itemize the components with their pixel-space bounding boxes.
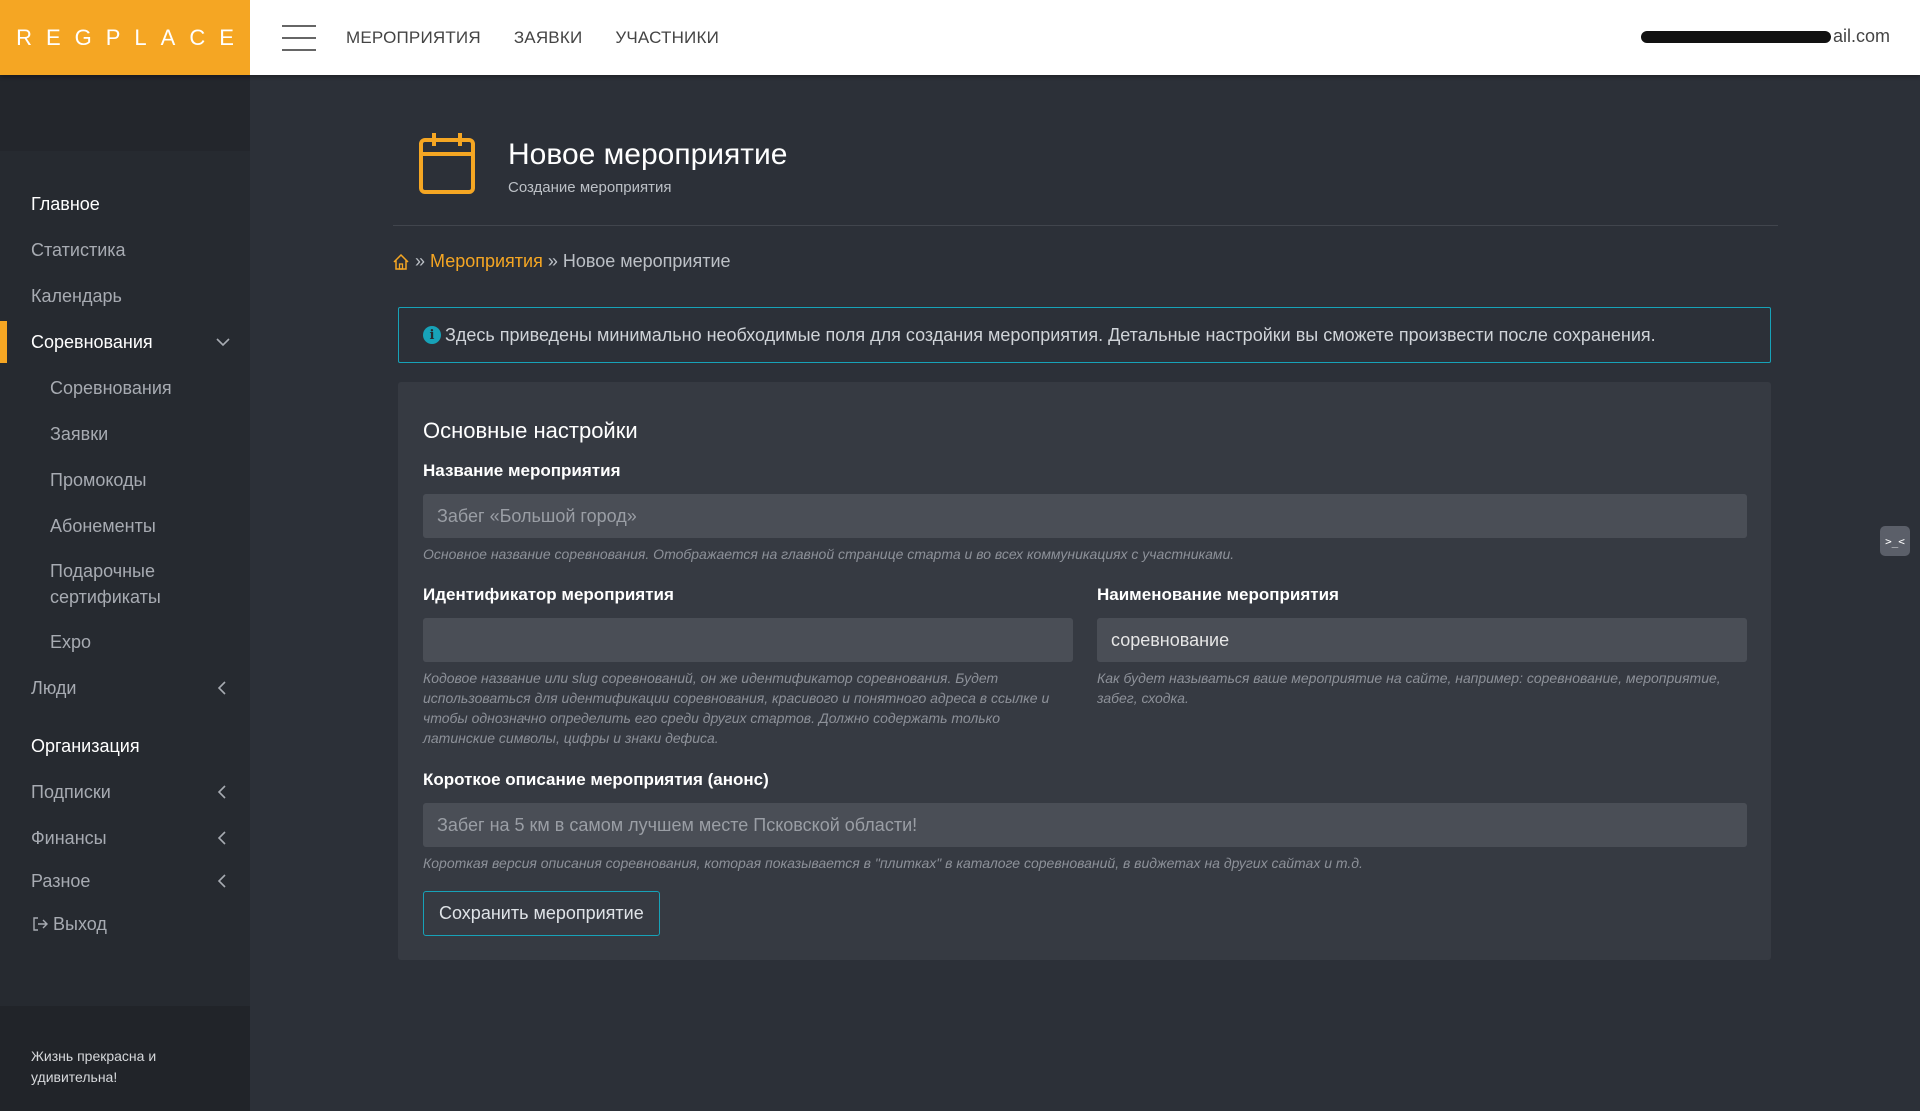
- sidebar-item-label: Expo: [50, 631, 92, 652]
- sidebar-item-label: Заявки: [50, 423, 109, 444]
- sidebar-item-label: Подарочные сертификаты: [50, 561, 161, 607]
- sidebar-menu: Главное Статистика Календарь Соревновани…: [0, 151, 250, 947]
- sidebar-subitem-competitions[interactable]: Соревнования: [0, 365, 250, 411]
- info-icon: i: [423, 326, 441, 344]
- short-desc-label: Короткое описание мероприятия (анонс): [423, 770, 769, 789]
- chevron-left-icon: [217, 831, 226, 845]
- hamburger-menu-icon[interactable]: [282, 24, 316, 51]
- sidebar-item-logout[interactable]: Выход: [0, 901, 250, 947]
- sidebar-item-label: Главное: [31, 193, 100, 214]
- sidebar-section-organization: Организация: [0, 723, 250, 769]
- user-email[interactable]: ail.com: [1640, 26, 1890, 47]
- redacted-block: [1640, 30, 1831, 43]
- sidebar-item-calendar[interactable]: Календарь: [0, 273, 250, 319]
- sidebar-subitem-gift-certificates[interactable]: Подарочные сертификаты: [0, 549, 250, 619]
- sidebar-item-people[interactable]: Люди: [0, 665, 250, 711]
- top-nav: МЕРОПРИЯТИЯ ЗАЯВКИ УЧАСТНИКИ: [346, 28, 752, 48]
- info-alert: i Здесь приведены минимально необходимые…: [398, 307, 1771, 363]
- chevron-left-icon: [217, 681, 226, 695]
- event-slug-hint: Кодовое название или slug соревнований, …: [423, 670, 1050, 746]
- breadcrumb-link-events[interactable]: Мероприятия: [430, 251, 543, 272]
- sidebar-header: [0, 75, 250, 151]
- page-subtitle: Создание мероприятия: [508, 179, 672, 196]
- event-type-input[interactable]: [1097, 618, 1747, 662]
- sidebar-item-label: Соревнования: [50, 377, 172, 398]
- breadcrumb-separator: »: [415, 251, 426, 271]
- sidebar-item-subscriptions[interactable]: Подписки: [0, 769, 250, 815]
- sidebar-subitem-promocodes[interactable]: Промокоды: [0, 457, 250, 503]
- home-icon[interactable]: [392, 253, 410, 271]
- sidebar-item-label: Разное: [31, 870, 91, 891]
- sidebar-item-label: Статистика: [31, 239, 126, 260]
- short-desc-hint: Короткая версия описания соревнования, к…: [423, 855, 1363, 871]
- sidebar-footer-text: Жизнь прекрасна и удивительна!: [31, 1048, 157, 1085]
- event-name-input[interactable]: [423, 494, 1747, 538]
- main-content: Новое мероприятие Создание мероприятия »…: [250, 75, 1920, 1114]
- event-slug-label: Идентификатор мероприятия: [423, 585, 674, 604]
- top-bar: REGPLACE МЕРОПРИЯТИЯ ЗАЯВКИ УЧАСТНИКИ ai…: [0, 0, 1920, 75]
- sidebar-item-label: Промокоды: [50, 469, 147, 490]
- sidebar-footer: Жизнь прекрасна и удивительна!: [0, 1006, 250, 1114]
- event-slug-input[interactable]: [423, 618, 1073, 662]
- sidebar-item-competitions[interactable]: Соревнования: [0, 319, 250, 365]
- breadcrumb: » Мероприятия » Новое мероприятие: [392, 251, 731, 272]
- sidebar-item-label: Соревнования: [31, 331, 153, 352]
- chevron-left-icon: [217, 785, 226, 799]
- sidebar-subitem-applications[interactable]: Заявки: [0, 411, 250, 457]
- sidebar-item-label: Организация: [31, 735, 140, 756]
- topnav-applications[interactable]: ЗАЯВКИ: [514, 28, 583, 48]
- sidebar-subitem-subscriptions[interactable]: Абонементы: [0, 503, 250, 549]
- user-email-text: ail.com: [1832, 26, 1890, 46]
- chevron-down-icon: [216, 338, 230, 347]
- calendar-icon: [419, 133, 475, 194]
- sidebar-section-main: Главное: [0, 181, 250, 227]
- event-name-label: Название мероприятия: [423, 461, 621, 480]
- event-type-hint: Как будет называться ваше мероприятие на…: [1097, 670, 1721, 706]
- save-event-button[interactable]: Сохранить мероприятие: [423, 891, 660, 936]
- short-desc-input[interactable]: [423, 803, 1747, 847]
- event-name-hint: Основное название соревнования. Отобража…: [423, 546, 1235, 562]
- info-alert-text: Здесь приведены минимально необходимые п…: [445, 324, 1656, 345]
- brand-logo[interactable]: REGPLACE: [0, 0, 250, 75]
- form-card: Основные настройки Название мероприятия …: [398, 382, 1771, 960]
- topnav-participants[interactable]: УЧАСТНИКИ: [615, 28, 719, 48]
- sidebar-item-label: Люди: [31, 677, 77, 698]
- page-title: Новое мероприятие: [508, 138, 788, 171]
- logout-icon: [33, 917, 48, 931]
- sidebar-subitem-expo[interactable]: Expo: [0, 619, 250, 665]
- breadcrumb-current: Новое мероприятие: [562, 251, 731, 271]
- section-title: Основные настройки: [423, 418, 638, 443]
- topnav-events[interactable]: МЕРОПРИЯТИЯ: [346, 28, 481, 48]
- page-header: Новое мероприятие Создание мероприятия: [393, 130, 1778, 226]
- sidebar-item-finance[interactable]: Финансы: [0, 815, 250, 861]
- sidebar-item-misc[interactable]: Разное: [0, 861, 250, 901]
- event-type-label: Наименование мероприятия: [1097, 585, 1339, 604]
- breadcrumb-separator: »: [547, 251, 558, 271]
- sidebar-item-label: Абонементы: [50, 515, 156, 536]
- sidebar: Главное Статистика Календарь Соревновани…: [0, 75, 250, 1114]
- sidebar-item-label: Выход: [53, 913, 107, 934]
- chevron-left-icon: [217, 874, 226, 888]
- side-widget-button[interactable]: >_<: [1880, 526, 1910, 556]
- sidebar-item-label: Подписки: [31, 781, 111, 802]
- sidebar-item-statistics[interactable]: Статистика: [0, 227, 250, 273]
- sidebar-item-label: Календарь: [31, 285, 122, 306]
- sidebar-item-label: Финансы: [31, 827, 107, 848]
